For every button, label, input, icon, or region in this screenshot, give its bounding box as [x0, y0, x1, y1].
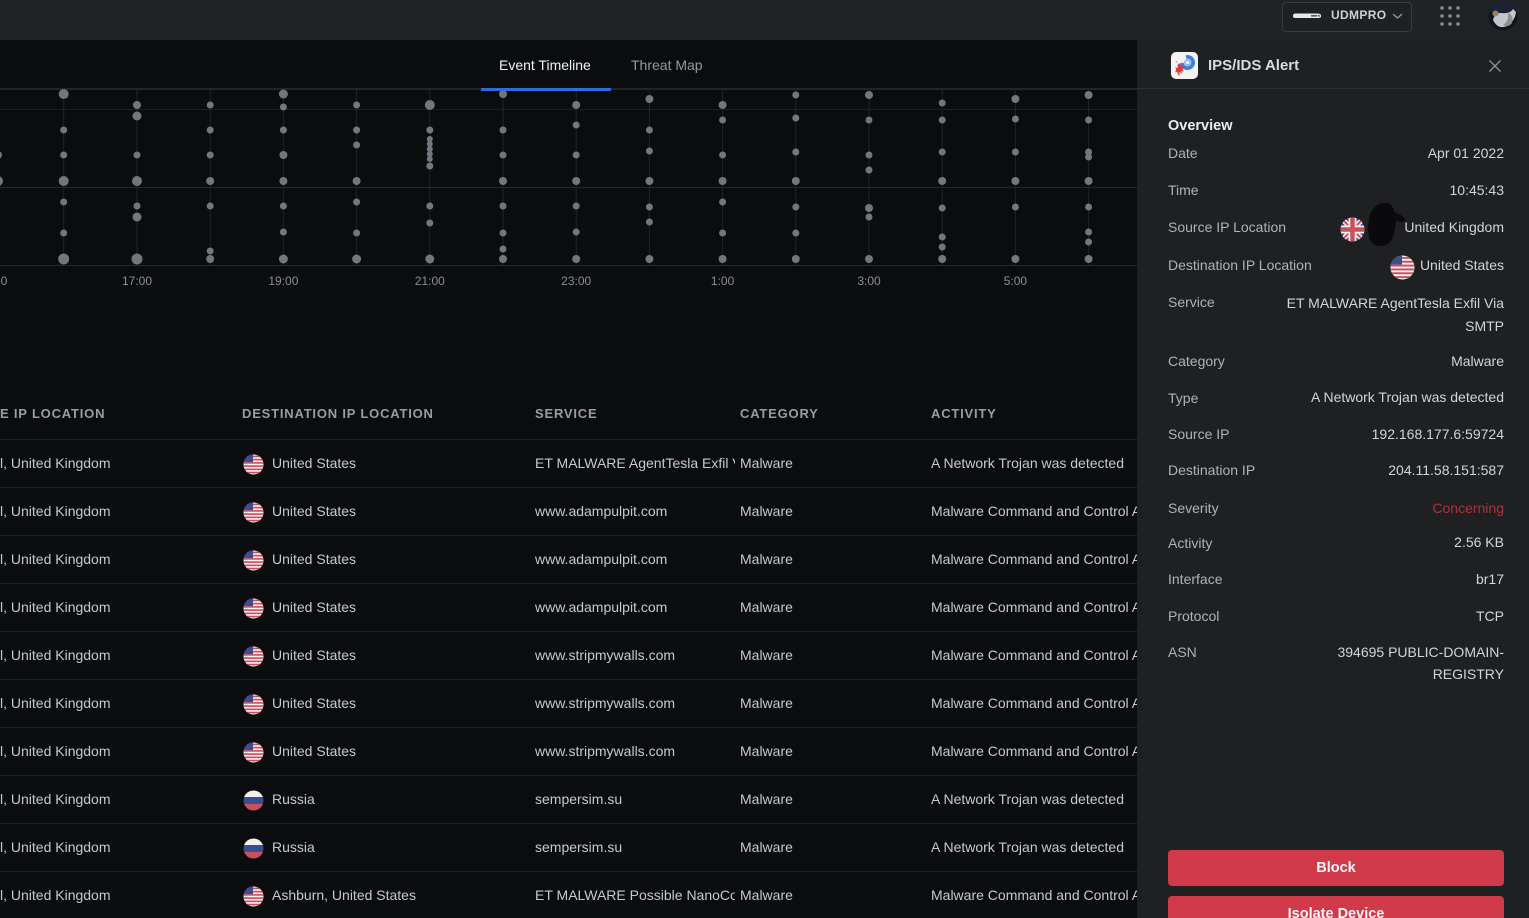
svg-text:17:00: 17:00	[122, 274, 152, 288]
svg-text:21:00: 21:00	[415, 274, 445, 288]
svg-text:23:00: 23:00	[561, 274, 591, 288]
svg-text:3:00: 3:00	[857, 274, 881, 288]
svg-text:19:00: 19:00	[268, 274, 298, 288]
svg-text:1:00: 1:00	[711, 274, 735, 288]
svg-text:5:00: 5:00	[1004, 274, 1028, 288]
svg-text:0: 0	[1, 274, 8, 288]
